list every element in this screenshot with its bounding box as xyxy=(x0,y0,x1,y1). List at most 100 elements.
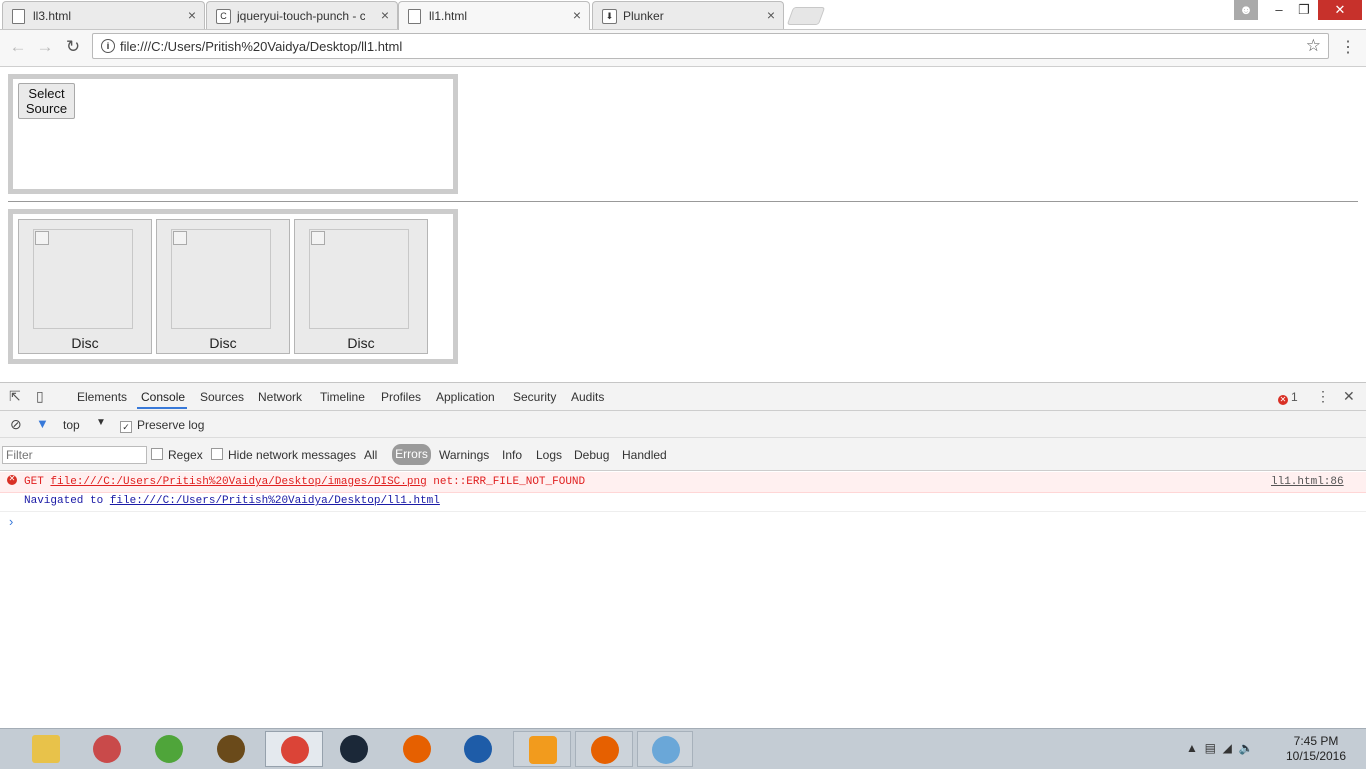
taskbar-app[interactable] xyxy=(19,731,73,767)
device-icon[interactable]: ▤ xyxy=(1205,741,1216,755)
tab-network[interactable]: Network xyxy=(258,390,302,404)
level-all[interactable]: All xyxy=(364,448,377,462)
select-source-label: Select Source xyxy=(25,86,68,116)
disc-image xyxy=(171,229,271,329)
inspect-element-icon[interactable]: ⇱ xyxy=(9,388,21,405)
taskbar-app[interactable] xyxy=(327,731,381,767)
disc-item[interactable]: Disc xyxy=(18,219,152,354)
navigated-url-link[interactable]: file:///C:/Users/Pritish%20Vaidya/Deskto… xyxy=(110,495,440,507)
file-explorer-icon xyxy=(32,735,60,763)
tab-console[interactable]: Console xyxy=(141,390,185,404)
clock-time: 7:45 PM xyxy=(1293,734,1339,748)
console-prompt-icon[interactable]: › xyxy=(9,514,13,529)
hide-network-checkbox[interactable] xyxy=(211,448,223,460)
browser-menu-icon[interactable]: ⋮ xyxy=(1340,37,1356,57)
taskbar-app-chrome[interactable] xyxy=(265,731,323,767)
tab-elements[interactable]: Elements xyxy=(77,390,127,404)
hide-network-option[interactable]: Hide network messages xyxy=(211,448,356,462)
restore-icon[interactable]: ❐ xyxy=(1292,0,1316,20)
back-icon[interactable]: ← xyxy=(8,37,28,57)
web-page-content: Select Source Disc Disc Disc xyxy=(0,67,1366,382)
disc-item[interactable]: Disc xyxy=(294,219,428,354)
device-mode-icon[interactable]: ▯ xyxy=(36,388,44,405)
select-source-button[interactable]: Select Source xyxy=(18,83,75,119)
address-url[interactable]: file:///C:/Users/Pritish%20Vaidya/Deskto… xyxy=(120,39,402,54)
tab-title: jqueryui-touch-punch - c xyxy=(237,9,365,23)
system-tray: ▲ ▤ ◢ 🔈 xyxy=(1186,741,1253,755)
filter-input[interactable] xyxy=(2,446,147,464)
disc-label: Disc xyxy=(347,335,375,351)
error-icon: ✕ xyxy=(7,475,17,485)
browser-tab[interactable]: C jqueryui-touch-punch - c × xyxy=(206,1,398,29)
console-toolbar: ⊘ ▼ top ▼ ✓ Preserve log xyxy=(0,411,1366,438)
filter-icon[interactable]: ▼ xyxy=(36,416,49,431)
taskbar-app[interactable] xyxy=(142,731,196,767)
clear-console-icon[interactable]: ⊘ xyxy=(10,416,22,433)
preserve-log-label: Preserve log xyxy=(137,418,205,432)
console-filter-bar: Regex Hide network messages All Errors W… xyxy=(0,438,1366,471)
dropdown-arrow-icon[interactable]: ▼ xyxy=(96,417,106,428)
new-tab-button[interactable] xyxy=(786,7,826,25)
address-bar[interactable]: i file:///C:/Users/Pritish%20Vaidya/Desk… xyxy=(92,33,1329,59)
close-devtools-icon[interactable]: ✕ xyxy=(1343,388,1355,405)
browser-tab[interactable]: ll3.html × xyxy=(2,1,205,29)
tab-timeline[interactable]: Timeline xyxy=(320,390,365,404)
taskbar-app[interactable] xyxy=(204,731,258,767)
bookmark-star-icon[interactable]: ☆ xyxy=(1306,36,1321,56)
browser-tab[interactable]: ⬇ Plunker × xyxy=(592,1,784,29)
disc-item[interactable]: Disc xyxy=(156,219,290,354)
level-debug[interactable]: Debug xyxy=(574,448,609,462)
error-counter[interactable]: ✕ 1 xyxy=(1278,390,1298,405)
taskbar-app-firefox[interactable] xyxy=(575,731,633,767)
windows-taskbar: ▲ ▤ ◢ 🔈 7:45 PM 10/15/2016 xyxy=(0,728,1366,769)
sublime-text-icon xyxy=(529,736,557,764)
devtools-menu-icon[interactable]: ⋮ xyxy=(1316,388,1330,405)
level-warnings[interactable]: Warnings xyxy=(439,448,489,462)
close-tab-icon[interactable]: × xyxy=(767,8,775,22)
level-handled[interactable]: Handled xyxy=(622,448,667,462)
level-logs[interactable]: Logs xyxy=(536,448,562,462)
close-tab-icon[interactable]: × xyxy=(381,8,389,22)
close-window-icon[interactable]: ✕ xyxy=(1318,0,1362,20)
regex-label: Regex xyxy=(168,448,203,462)
regex-checkbox[interactable] xyxy=(151,448,163,460)
regex-option[interactable]: Regex xyxy=(151,448,203,462)
network-signal-icon[interactable]: ◢ xyxy=(1223,741,1232,755)
browser-tab-active[interactable]: ll1.html × xyxy=(398,1,590,30)
rocket-app-icon xyxy=(93,735,121,763)
taskbar-app[interactable] xyxy=(390,731,444,767)
taskbar-app-sublime[interactable] xyxy=(513,731,571,767)
preserve-log-checkbox[interactable]: ✓ xyxy=(120,421,132,433)
tab-profiles[interactable]: Profiles xyxy=(381,390,421,404)
error-source-link[interactable]: ll1.html:86 xyxy=(1271,476,1344,488)
context-select[interactable]: top xyxy=(63,418,80,432)
close-tab-icon[interactable]: × xyxy=(573,8,581,22)
volume-icon[interactable]: 🔈 xyxy=(1238,741,1253,755)
forward-icon[interactable]: → xyxy=(35,37,55,57)
taskbar-app[interactable] xyxy=(80,731,134,767)
taskbar-app[interactable] xyxy=(451,731,505,767)
show-hidden-icons[interactable]: ▲ xyxy=(1186,741,1198,755)
system-clock[interactable]: 7:45 PM 10/15/2016 xyxy=(1280,734,1352,764)
tab-title: ll1.html xyxy=(429,9,468,23)
user-profile-icon[interactable]: ☻ xyxy=(1234,0,1258,20)
minimize-icon[interactable]: – xyxy=(1266,0,1292,20)
firefox-icon xyxy=(591,736,619,764)
navigated-prefix: Navigated to xyxy=(24,495,104,507)
close-tab-icon[interactable]: × xyxy=(188,8,196,22)
tab-audits[interactable]: Audits xyxy=(571,390,604,404)
page-icon xyxy=(12,9,25,24)
reload-icon[interactable]: ↻ xyxy=(63,37,83,57)
tab-application[interactable]: Application xyxy=(436,390,495,404)
page-info-icon[interactable]: i xyxy=(101,39,115,53)
tab-sources[interactable]: Sources xyxy=(200,390,244,404)
level-info[interactable]: Info xyxy=(502,448,522,462)
tab-security[interactable]: Security xyxy=(513,390,556,404)
preserve-log-option[interactable]: ✓ Preserve log xyxy=(120,418,204,433)
taskbar-app-paint[interactable] xyxy=(637,731,693,767)
error-url-link[interactable]: file:///C:/Users/Pritish%20Vaidya/Deskto… xyxy=(50,476,426,488)
level-errors[interactable]: Errors xyxy=(392,444,431,465)
broken-image-icon xyxy=(173,231,187,245)
c-letter-icon: C xyxy=(216,9,231,24)
utorrent-icon xyxy=(155,735,183,763)
